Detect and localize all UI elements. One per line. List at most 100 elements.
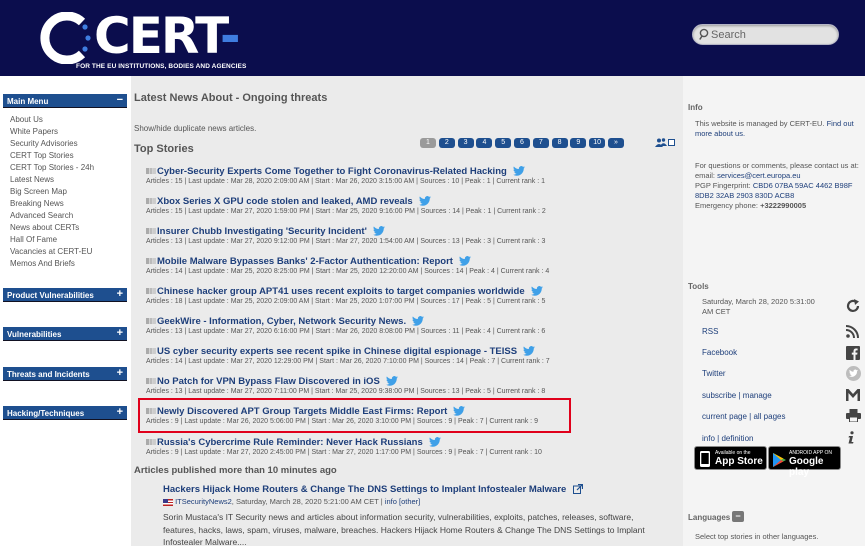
main-menu-list: About Us White Papers Security Advisorie…	[10, 114, 94, 270]
story-title-link[interactable]: No Patch for VPN Bypass Flaw Discovered …	[157, 376, 380, 387]
highlight-box	[138, 398, 571, 433]
twitter-icon[interactable]	[412, 316, 425, 326]
contact-text: For questions or comments, please contac…	[695, 161, 859, 170]
older-article-title-link[interactable]: Hackers Hijack Home Routers & Change The…	[163, 484, 566, 495]
languages-collapse-icon[interactable]: −	[732, 511, 744, 522]
menu-item-news-about-certs[interactable]: News about CERTs	[10, 222, 94, 234]
cluster-icon	[146, 439, 156, 445]
page-3-button[interactable]: 3	[457, 138, 474, 148]
twitter-icon[interactable]	[512, 166, 525, 176]
email-link[interactable]: services@cert.europa.eu	[717, 171, 801, 180]
source-link[interactable]: ITSecurityNews2	[175, 497, 232, 506]
menu-item-cert-top-stories-24h[interactable]: CERT Top Stories - 24h	[10, 162, 94, 174]
twitter-icon[interactable]	[523, 346, 536, 356]
menu-item-memos-and-briefs[interactable]: Memos And Briefs	[10, 258, 94, 270]
search-input[interactable]	[711, 26, 831, 43]
subscribe-link[interactable]: subscribe	[702, 391, 736, 400]
cluster-icon	[146, 258, 156, 264]
next-page-button[interactable]: »	[607, 138, 624, 148]
page-10-button[interactable]: 10	[589, 138, 606, 148]
info-tool-link[interactable]: info	[702, 434, 715, 443]
search-box[interactable]	[692, 24, 839, 45]
section-product-vulnerabilities[interactable]: Product Vulnerabilities +	[3, 288, 127, 302]
twitter-icon[interactable]	[372, 226, 385, 236]
print-row: current page | all pages	[702, 412, 786, 421]
twitter-icon[interactable]	[530, 286, 543, 296]
rss-link[interactable]: RSS	[702, 327, 718, 336]
story-title-link[interactable]: US cyber security experts see recent spi…	[157, 346, 517, 357]
twitter-icon[interactable]	[428, 437, 441, 447]
story-title-link[interactable]: Russia's Cybercrime Rule Reminder: Never…	[157, 437, 423, 448]
expand-icon[interactable]: +	[117, 288, 123, 300]
page-7-button[interactable]: 7	[532, 138, 549, 148]
collapse-icon[interactable]: −	[117, 94, 123, 106]
main-menu-label: Main Menu	[7, 97, 49, 106]
info-text: This website is managed by CERT-EU. Find…	[695, 119, 860, 139]
facebook-icon[interactable]	[846, 346, 860, 360]
menu-item-big-screen-map[interactable]: Big Screen Map	[10, 186, 94, 198]
menu-item-advanced-search[interactable]: Advanced Search	[10, 210, 94, 222]
page-8-button[interactable]: 8	[551, 138, 568, 148]
refresh-icon[interactable]	[846, 299, 860, 313]
page-4-button[interactable]: 4	[476, 138, 493, 148]
section-threats-and-incidents[interactable]: Threats and Incidents +	[3, 367, 127, 381]
story-title-link[interactable]: Xbox Series X GPU code stolen and leaked…	[157, 196, 413, 207]
checkbox[interactable]	[668, 139, 675, 146]
cluster-icon	[146, 198, 156, 204]
manage-link[interactable]: manage	[743, 391, 772, 400]
people-icon[interactable]	[655, 138, 667, 147]
page-6-button[interactable]: 6	[513, 138, 530, 148]
twitter-circle-icon[interactable]	[846, 366, 861, 381]
menu-item-vacancies[interactable]: Vacancies at CERT-EU	[10, 246, 94, 258]
twitter-icon[interactable]	[418, 196, 431, 206]
section-vulnerabilities[interactable]: Vulnerabilities +	[3, 327, 127, 341]
facebook-link[interactable]: Facebook	[702, 348, 737, 357]
menu-item-breaking-news[interactable]: Breaking News	[10, 198, 94, 210]
page-2-button[interactable]: 2	[438, 138, 455, 148]
twitter-link[interactable]: Twitter	[702, 369, 726, 378]
app-store-badge[interactable]: Available on the App Store	[694, 446, 767, 470]
menu-item-cert-top-stories[interactable]: CERT Top Stories	[10, 150, 94, 162]
older-article: Hackers Hijack Home Routers & Change The…	[163, 484, 663, 546]
contact-block: For questions or comments, please contac…	[695, 161, 860, 211]
menu-item-latest-news[interactable]: Latest News	[10, 174, 94, 186]
main-menu-header[interactable]: Main Menu −	[3, 94, 127, 108]
print-all-pages-link[interactable]: all pages	[753, 412, 785, 421]
expand-icon[interactable]: +	[117, 406, 123, 418]
info-icon[interactable]	[846, 431, 856, 444]
google-play-badge[interactable]: ANDROID APP ON Google play	[768, 446, 841, 478]
info-link[interactable]: info	[385, 497, 397, 506]
menu-item-hall-of-fame[interactable]: Hall Of Fame	[10, 234, 94, 246]
cert-eu-logo[interactable]: CERT-EU	[38, 4, 308, 125]
print-current-page-link[interactable]: current page	[702, 412, 747, 421]
section-hacking-techniques[interactable]: Hacking/Techniques +	[3, 406, 127, 420]
story-title-link[interactable]: Insurer Chubb Investigating 'Security In…	[157, 226, 367, 237]
menu-item-security-advisories[interactable]: Security Advisories	[10, 138, 94, 150]
menu-item-white-papers[interactable]: White Papers	[10, 126, 94, 138]
emergency-phone: +3222990005	[760, 201, 807, 210]
page-5-button[interactable]: 5	[495, 138, 512, 148]
story-title-link[interactable]: Chinese hacker group APT41 uses recent e…	[157, 286, 525, 297]
toggle-duplicates-link[interactable]: Show/hide duplicate news articles.	[134, 124, 256, 133]
other-link[interactable]: [other]	[399, 497, 420, 506]
page-1-button[interactable]: 1	[420, 138, 436, 148]
story-title-link[interactable]: Mobile Malware Bypasses Banks' 2-Factor …	[157, 256, 453, 267]
story-title-link[interactable]: GeekWire - Information, Cyber, Network S…	[157, 316, 406, 327]
menu-item-about-us[interactable]: About Us	[10, 114, 94, 126]
twitter-icon[interactable]	[458, 256, 471, 266]
page-9-button[interactable]: 9	[570, 138, 587, 148]
expand-icon[interactable]: +	[117, 327, 123, 339]
definition-link[interactable]: definition	[721, 434, 753, 443]
story-title-link[interactable]: Cyber-Security Experts Come Together to …	[157, 166, 507, 177]
story-item: Chinese hacker group APT41 uses recent e…	[146, 285, 576, 305]
mail-icon[interactable]	[846, 389, 860, 401]
pagination: 1 2 3 4 5 6 7 8 9 10 »	[420, 138, 627, 148]
printer-icon[interactable]	[846, 409, 861, 422]
rss-icon[interactable]	[846, 325, 859, 338]
twitter-icon[interactable]	[385, 376, 398, 386]
pgp-label: PGP Fingerprint:	[695, 181, 751, 190]
external-link-icon[interactable]	[572, 484, 584, 495]
expand-icon[interactable]: +	[117, 367, 123, 379]
page-title: Latest News About - Ongoing threats	[134, 92, 328, 104]
cluster-icon	[146, 228, 156, 234]
